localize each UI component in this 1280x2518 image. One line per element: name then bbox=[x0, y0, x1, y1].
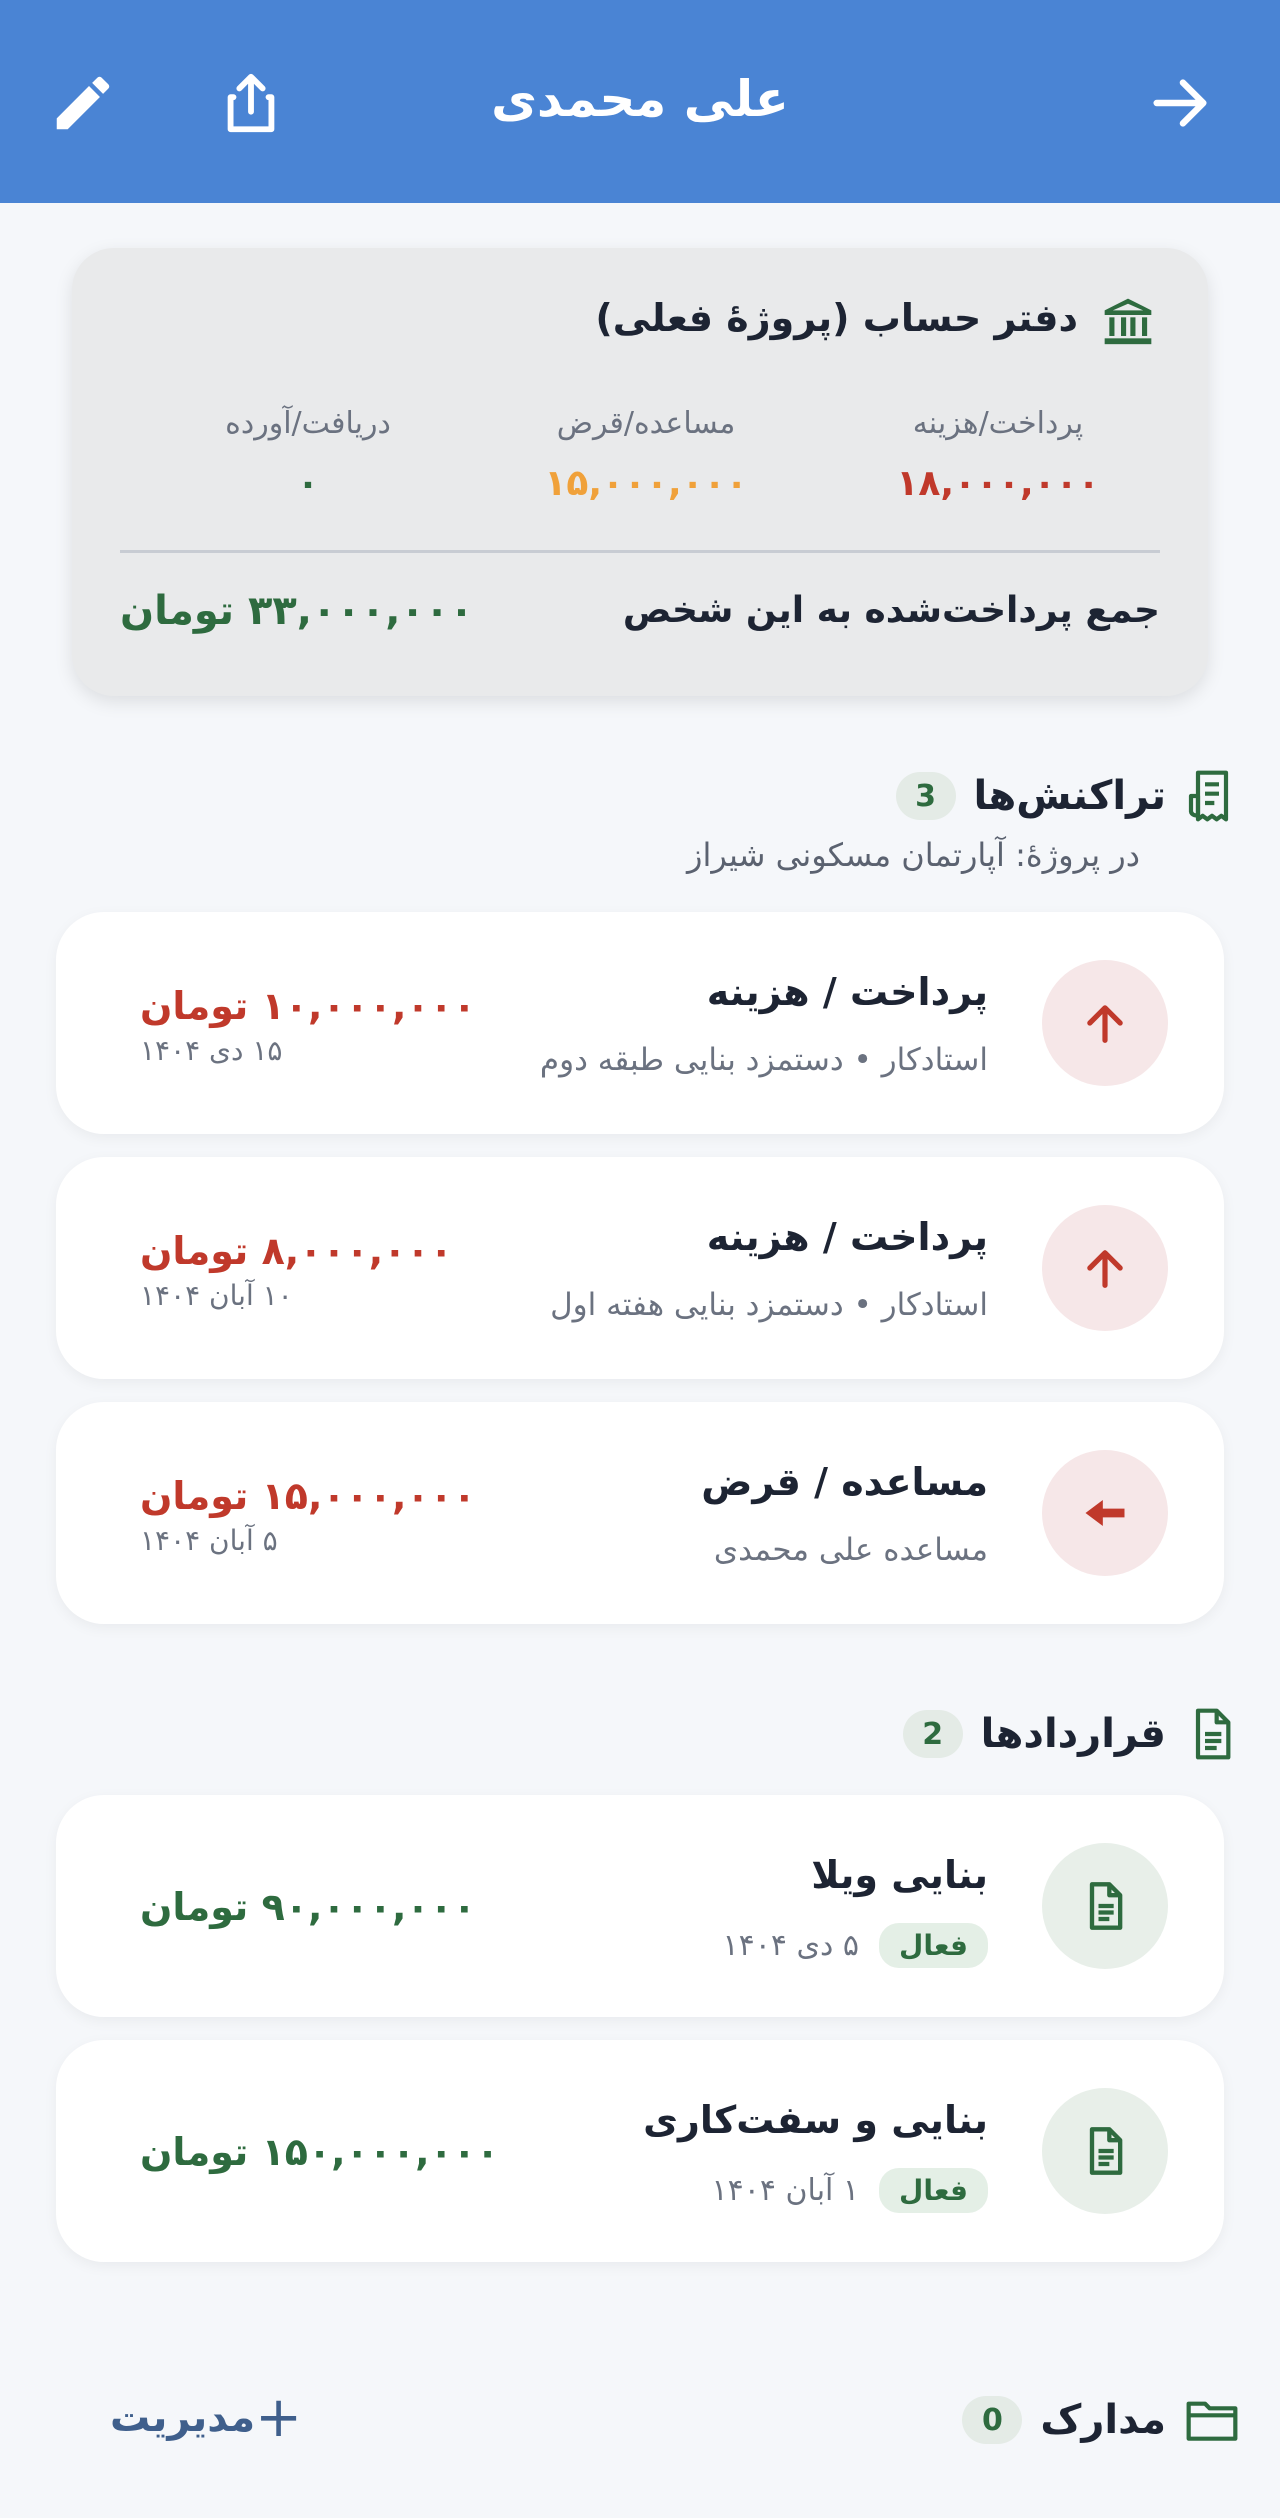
transaction-avatar bbox=[1042, 1450, 1168, 1576]
section-title: مدارک bbox=[1040, 2397, 1166, 2443]
contract-meta: فعال ۵ دی ۱۴۰۴ bbox=[723, 1923, 988, 1968]
folder-icon bbox=[1186, 2401, 1238, 2441]
transaction-date: ۱۵ دی ۱۴۰۴ bbox=[140, 1034, 283, 1067]
contract-title: بنایی ویلا bbox=[811, 1853, 988, 1897]
contract-avatar bbox=[1042, 1843, 1168, 1969]
stat-label: پرداخت/هزینه bbox=[912, 406, 1084, 441]
contract-amount: ۱۵۰,۰۰۰,۰۰۰ تومان bbox=[140, 2130, 500, 2174]
stat-loan: مساعده/قرض ۱۵,۰۰۰,۰۰۰ bbox=[516, 406, 776, 504]
stat-received: دریافت/آورده ۰ bbox=[178, 406, 438, 504]
transactions-header: تراکنش‌ها 3 bbox=[895, 766, 1241, 826]
section-title: قراردادها bbox=[980, 1711, 1166, 1757]
stat-value: ۱۸,۰۰۰,۰۰۰ bbox=[896, 463, 1100, 504]
transaction-card[interactable]: مساعده / قرض مساعده علی محمدی ۱۵,۰۰۰,۰۰۰… bbox=[56, 1402, 1224, 1624]
total-value: ۳۳,۰۰۰,۰۰۰ تومان bbox=[120, 588, 474, 634]
transaction-avatar bbox=[1042, 960, 1168, 1086]
count-badge: 3 bbox=[895, 772, 956, 820]
ledger-title: دفتر حساب (پروژهٔ فعلی) bbox=[595, 296, 1078, 340]
transaction-avatar bbox=[1042, 1205, 1168, 1331]
arrow-up-icon bbox=[1087, 1005, 1123, 1043]
contract-date: ۱ آبان ۱۴۰۴ bbox=[711, 2173, 860, 2208]
count-badge: 2 bbox=[902, 1710, 963, 1758]
share-icon bbox=[227, 73, 275, 133]
document-icon bbox=[1089, 2127, 1123, 2175]
transaction-amount: ۸,۰۰۰,۰۰۰ تومان bbox=[140, 1229, 453, 1273]
pencil-icon bbox=[56, 76, 110, 130]
contract-title: بنایی و سفت‌کاری bbox=[643, 2098, 988, 2142]
document-icon bbox=[1089, 1882, 1123, 1930]
bank-icon bbox=[1104, 298, 1152, 345]
app-bar: علی محمدی bbox=[0, 0, 1280, 203]
transaction-title: پرداخت / هزینه bbox=[706, 1215, 988, 1259]
manage-documents-button[interactable]: + مدیریت bbox=[110, 2390, 342, 2446]
stat-expense: پرداخت/هزینه ۱۸,۰۰۰,۰۰۰ bbox=[868, 406, 1128, 504]
contract-card[interactable]: بنایی ویلا فعال ۵ دی ۱۴۰۴ ۹۰,۰۰۰,۰۰۰ توم… bbox=[56, 1795, 1224, 2017]
section-title: تراکنش‌ها bbox=[973, 773, 1167, 819]
transaction-amount: ۱۵,۰۰۰,۰۰۰ تومان bbox=[140, 1474, 476, 1518]
total-label: جمع پرداخت‌شده به این شخص bbox=[622, 590, 1160, 631]
page-title: علی محمدی bbox=[491, 70, 789, 128]
transaction-title: پرداخت / هزینه bbox=[706, 970, 988, 1014]
stat-label: مساعده/قرض bbox=[556, 406, 736, 441]
share-button[interactable] bbox=[206, 58, 296, 148]
transaction-title: مساعده / قرض bbox=[701, 1460, 988, 1504]
contract-meta: فعال ۱ آبان ۱۴۰۴ bbox=[712, 2168, 988, 2213]
documents-header: مدارک 0 bbox=[962, 2390, 1240, 2450]
contract-amount: ۹۰,۰۰۰,۰۰۰ تومان bbox=[140, 1885, 476, 1929]
contracts-header: قراردادها 2 bbox=[902, 1704, 1240, 1764]
transaction-subtitle: استادکار • دستمزد بنایی طبقه دوم bbox=[539, 1042, 988, 1078]
arrow-up-icon bbox=[1087, 1250, 1123, 1288]
transaction-subtitle: مساعده علی محمدی bbox=[713, 1532, 988, 1568]
count-badge: 0 bbox=[962, 2396, 1023, 2444]
transaction-card[interactable]: پرداخت / هزینه استادکار • دستمزد بنایی ه… bbox=[56, 1157, 1224, 1379]
stat-label: دریافت/آورده bbox=[225, 406, 391, 441]
transaction-date: ۵ آبان ۱۴۰۴ bbox=[140, 1524, 278, 1557]
receipt-icon bbox=[1188, 770, 1229, 822]
contract-avatar bbox=[1042, 2088, 1168, 2214]
plus-icon: + bbox=[255, 2385, 303, 2450]
transaction-card[interactable]: پرداخت / هزینه استادکار • دستمزد بنایی ط… bbox=[56, 912, 1224, 1134]
status-badge: فعال bbox=[879, 2168, 988, 2213]
status-badge: فعال bbox=[879, 1923, 988, 1968]
ledger-card: دفتر حساب (پروژهٔ فعلی) پرداخت/هزینه ۱۸,… bbox=[72, 248, 1208, 696]
edit-button[interactable] bbox=[38, 58, 128, 148]
project-subtitle: در پروژهٔ: آپارتمان مسکونی شیراز bbox=[687, 836, 1140, 874]
transaction-amount: ۱۰,۰۰۰,۰۰۰ تومان bbox=[140, 984, 476, 1028]
manage-label: مدیریت bbox=[110, 2395, 256, 2441]
stat-value: ۱۵,۰۰۰,۰۰۰ bbox=[544, 463, 748, 504]
contract-date: ۵ دی ۱۴۰۴ bbox=[722, 1928, 860, 1963]
stat-value: ۰ bbox=[297, 463, 319, 504]
transaction-date: ۱۰ آبان ۱۴۰۴ bbox=[140, 1279, 293, 1312]
document-icon bbox=[1195, 1708, 1231, 1760]
contract-card[interactable]: بنایی و سفت‌کاری فعال ۱ آبان ۱۴۰۴ ۱۵۰,۰۰… bbox=[56, 2040, 1224, 2262]
transaction-subtitle: استادکار • دستمزد بنایی هفته اول bbox=[550, 1287, 988, 1323]
divider bbox=[120, 550, 1160, 553]
arrow-left-icon bbox=[1085, 1500, 1125, 1526]
